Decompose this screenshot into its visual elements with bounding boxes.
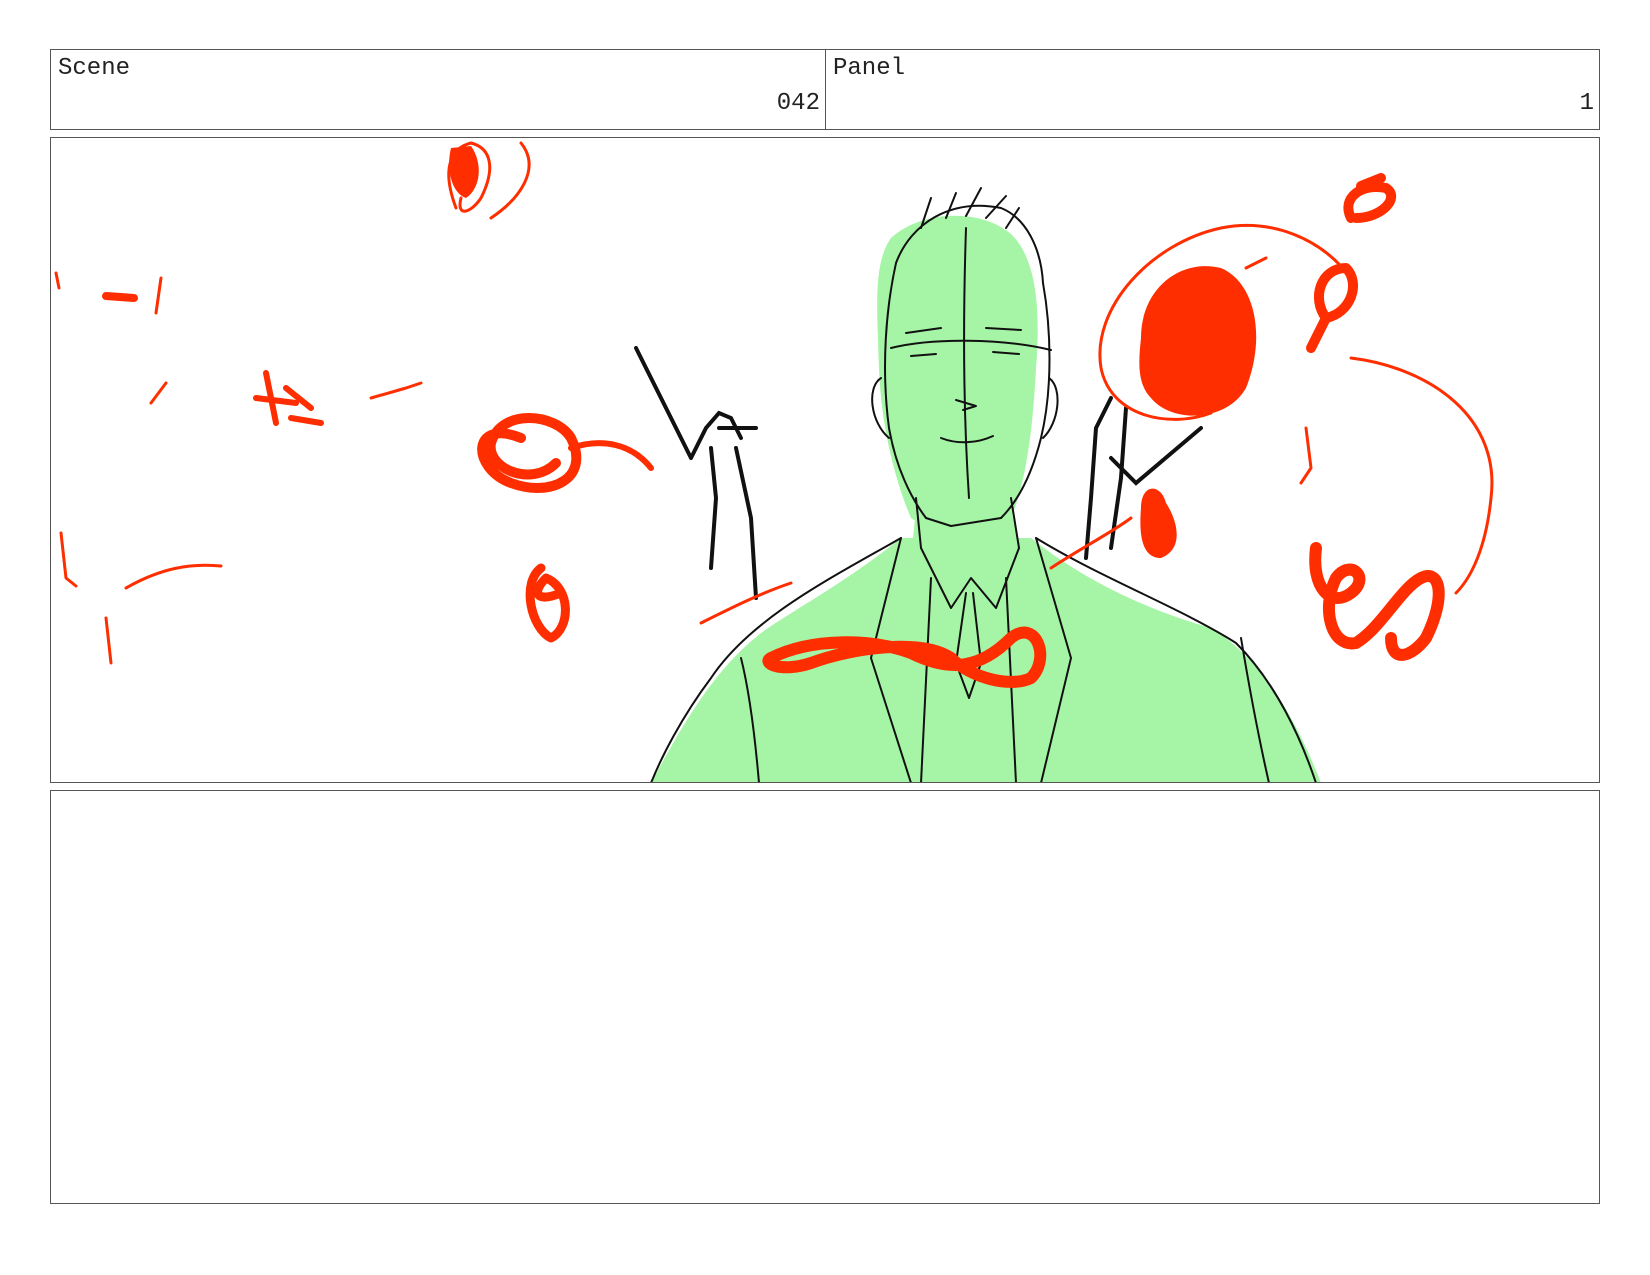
panel-number: 1 (1579, 90, 1594, 117)
head-fill (877, 215, 1038, 530)
scribble-eight (525, 563, 570, 643)
stroke-shoulder-left (699, 581, 793, 625)
stroke-shoulder-right (1049, 516, 1133, 570)
storyboard-sketch (54, 141, 1494, 782)
dash-left-1 (102, 292, 138, 302)
storyboard-notes-area[interactable] (50, 790, 1600, 1204)
blob-small (1140, 488, 1177, 558)
panel-cell: Panel 1 (825, 50, 1599, 129)
scribble-ball (477, 413, 582, 493)
bg-figure-left (634, 346, 758, 600)
scribble-mid-right (1306, 263, 1359, 353)
scribble-top-right (1343, 173, 1397, 223)
scene-label: Scene (58, 55, 131, 82)
panel-label: Panel (833, 55, 906, 82)
ball-tail (568, 440, 654, 471)
storyboard-frame (50, 137, 1600, 783)
red-annotations (54, 141, 1494, 688)
scribble-number (1309, 542, 1445, 661)
storyboard-header: Scene 042 Panel 1 (50, 49, 1600, 130)
marks-left (54, 271, 423, 665)
scene-cell: Scene 042 (51, 50, 825, 129)
mark-star (253, 370, 324, 426)
scene-number: 042 (776, 90, 820, 117)
blob-right (1139, 266, 1257, 416)
small-marks-right (1244, 256, 1313, 485)
scribble-top-left-fill (449, 146, 479, 198)
